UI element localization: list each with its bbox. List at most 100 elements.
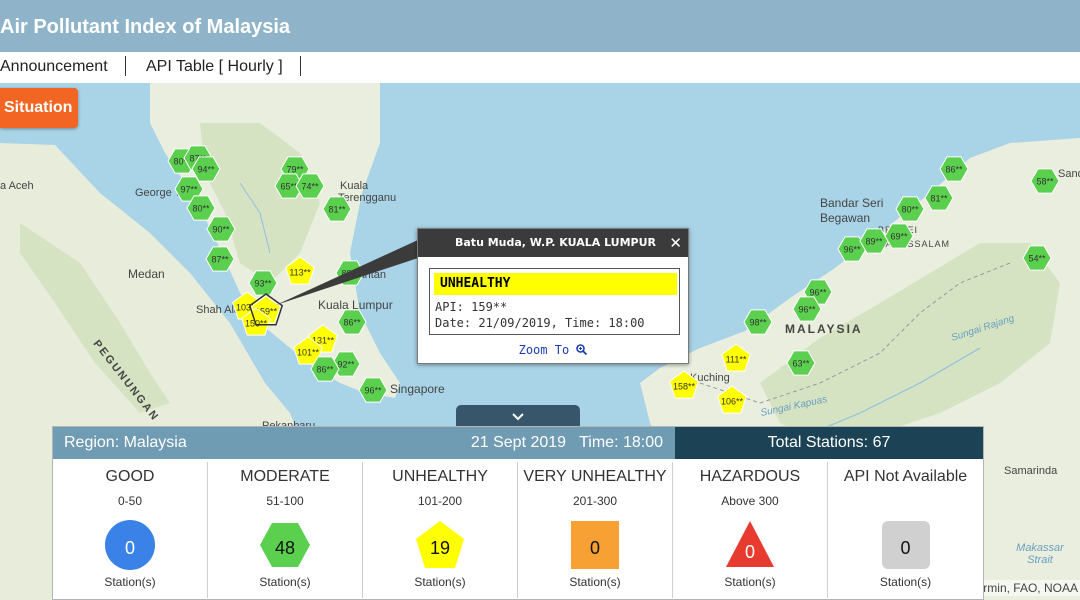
category-hazardous[interactable]: HAZARDOUS Above 300 0 Station(s): [673, 462, 828, 598]
nav-api-table-hourly[interactable]: API Table [ Hourly ]: [146, 58, 283, 76]
station-api-label: 96**: [364, 386, 382, 396]
date-time-label: 21 Sept 2019 Time: 18:00: [470, 434, 663, 451]
station-api-label: 96**: [798, 305, 816, 315]
station-api-label: 65**: [280, 182, 298, 192]
station-popup: Batu Muda, W.P. KUALA LUMPUR ✕ UNHEALTHY…: [417, 228, 689, 364]
station-api-label: 81**: [930, 194, 948, 204]
station-marker[interactable]: 80**: [895, 196, 925, 222]
category-unit: Station(s): [724, 575, 776, 589]
station-marker[interactable]: 96**: [358, 377, 388, 403]
station-marker[interactable]: 86**: [337, 309, 367, 335]
station-api-label: 86**: [343, 318, 361, 328]
zoom-to-link[interactable]: Zoom To: [418, 343, 688, 357]
station-api-label: 93**: [254, 279, 272, 289]
station-marker[interactable]: 158**: [669, 370, 699, 399]
station-api-label: 87**: [211, 255, 229, 265]
station-marker[interactable]: 69**: [884, 223, 914, 249]
category-count: 48: [274, 538, 296, 558]
station-marker[interactable]: 93**: [248, 270, 278, 296]
category-name: VERY UNHEALTHY: [523, 468, 667, 485]
category-count: 19: [429, 538, 451, 558]
zoom-to-label: Zoom To: [518, 343, 570, 357]
station-api-label: 54**: [1028, 254, 1046, 264]
station-marker[interactable]: 113**: [285, 256, 315, 285]
app-header: Air Pollutant Index of Malaysia: [0, 0, 1080, 52]
category-name: MODERATE: [240, 468, 330, 485]
category-name: UNHEALTHY: [392, 468, 488, 485]
category-api-not-available[interactable]: API Not Available 0 Station(s): [828, 462, 983, 598]
station-api-label: 69**: [890, 232, 908, 242]
category-unit: Station(s): [259, 575, 311, 589]
total-stations: Total Stations: 67: [675, 427, 983, 459]
category-moderate[interactable]: MODERATE 51-100 48 Station(s): [208, 462, 363, 598]
category-range: 51-100: [266, 494, 304, 508]
station-api-label: 111**: [726, 355, 747, 365]
station-api-label: 80**: [192, 204, 210, 214]
category-count: 0: [589, 538, 600, 558]
category-unit: Station(s): [104, 575, 156, 589]
station-marker[interactable]: 98**: [743, 309, 773, 335]
nav-separator: [125, 56, 126, 76]
station-api-label: 86**: [316, 365, 334, 375]
station-api-label: 89**: [865, 237, 883, 247]
category-unhealthy[interactable]: UNHEALTHY 101-200 19 Station(s): [363, 462, 518, 598]
station-api-label: 92**: [337, 360, 355, 370]
category-name: GOOD: [105, 468, 155, 485]
station-api-label: 63**: [792, 359, 810, 369]
category-count: 0: [744, 542, 755, 562]
summary-panel: Region: Malaysia 21 Sept 2019 Time: 18:0…: [52, 426, 984, 600]
nav-separator: [300, 56, 301, 76]
popup-station-name: Batu Muda, W.P. KUALA LUMPUR: [455, 236, 657, 249]
station-marker[interactable]: 81**: [924, 185, 954, 211]
panel-header: Region: Malaysia 21 Sept 2019 Time: 18:0…: [53, 427, 675, 459]
category-unit: Station(s): [879, 575, 932, 589]
popup-date: Date: 21/09/2019, Time: 18:00: [435, 316, 645, 330]
category-range: 101-200: [417, 494, 463, 508]
station-marker[interactable]: 81**: [322, 196, 352, 222]
station-api-label: 97**: [180, 185, 198, 195]
station-marker[interactable]: 58**: [1030, 168, 1060, 194]
station-api-label: 106**: [721, 397, 744, 407]
station-marker[interactable]: 106**: [717, 385, 747, 414]
category-unit: Station(s): [414, 575, 466, 589]
category-name: API Not Available: [843, 468, 968, 485]
category-range: Above 300: [721, 494, 779, 508]
station-api-label: 101**: [297, 348, 320, 358]
station-api-label: 58**: [1036, 177, 1054, 187]
station-api-label: 158**: [673, 382, 696, 392]
popup-header: Batu Muda, W.P. KUALA LUMPUR ✕: [418, 229, 688, 257]
category-very-unhealthy[interactable]: VERY UNHEALTHY 201-300 0 Station(s): [518, 462, 673, 598]
nav-bar: Announcement API Table [ Hourly ]: [0, 52, 1080, 84]
category-range: 201-300: [572, 494, 618, 508]
station-api-label: 96**: [809, 288, 827, 298]
station-marker[interactable]: 90**: [206, 216, 236, 242]
popup-api: API: 159**: [435, 300, 508, 314]
station-marker[interactable]: 86**: [939, 156, 969, 182]
station-api-label: 96**: [843, 245, 861, 255]
category-name: HAZARDOUS: [699, 468, 801, 485]
station-api-label: 90**: [212, 225, 230, 235]
station-api-label: 113**: [289, 268, 311, 278]
station-api-label: 74**: [301, 182, 319, 192]
popup-status: UNHEALTHY: [434, 273, 677, 295]
situation-button[interactable]: Situation: [0, 88, 78, 128]
category-good[interactable]: GOOD 0-50 0 Station(s): [53, 462, 208, 598]
station-api-label: 81**: [328, 205, 346, 215]
station-api-label: 80**: [901, 205, 919, 215]
category-range: 0-50: [117, 494, 143, 508]
category-count: 0: [124, 538, 135, 558]
station-marker[interactable]: 87**: [205, 246, 235, 272]
nav-announcement[interactable]: Announcement: [0, 58, 108, 76]
station-api-label: 98**: [749, 318, 767, 328]
zoom-in-icon: [576, 344, 588, 356]
panel-toggle-button[interactable]: [456, 405, 580, 427]
app-title: Air Pollutant Index of Malaysia: [0, 16, 291, 38]
chevron-down-icon: [512, 413, 524, 421]
station-marker[interactable]: 111**: [721, 343, 751, 372]
station-marker[interactable]: 63**: [786, 350, 816, 376]
station-api-label: 86**: [945, 165, 963, 175]
close-icon[interactable]: ✕: [669, 229, 682, 257]
region-label: Region: Malaysia: [64, 434, 187, 451]
station-marker[interactable]: 54**: [1022, 245, 1052, 271]
station-api-label: 94**: [197, 165, 215, 175]
